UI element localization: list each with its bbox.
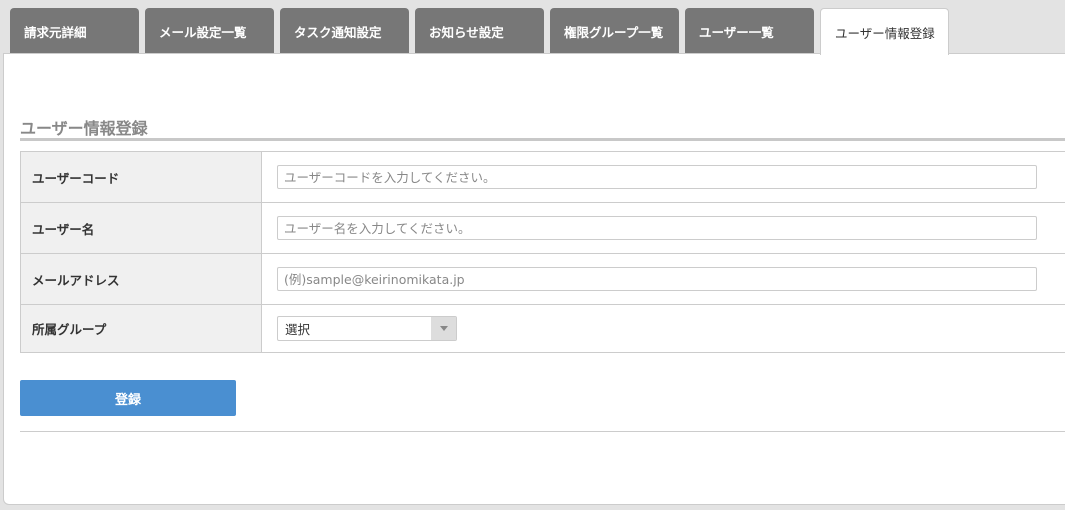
form-row-user-name: ユーザー名 (20, 202, 1065, 254)
user-code-cell (261, 151, 1065, 203)
tab-user-registration[interactable]: ユーザー情報登録 (820, 8, 949, 55)
group-label: 所属グループ (20, 304, 262, 353)
email-label: メールアドレス (20, 253, 262, 305)
user-code-label: ユーザーコード (20, 151, 262, 203)
form-row-user-code: ユーザーコード (20, 151, 1065, 203)
user-code-input[interactable] (277, 165, 1037, 189)
group-cell: 選択 (261, 304, 1065, 353)
tab-notice-settings[interactable]: お知らせ設定 (415, 8, 544, 54)
tab-task-notification-settings[interactable]: タスク通知設定 (280, 8, 409, 54)
email-cell (261, 253, 1065, 305)
register-button[interactable]: 登録 (20, 380, 236, 416)
user-name-input[interactable] (277, 216, 1037, 240)
group-select-value: 選択 (285, 322, 311, 337)
email-input[interactable] (277, 267, 1037, 291)
user-name-cell (261, 202, 1065, 254)
user-name-label: ユーザー名 (20, 202, 262, 254)
tab-user-list[interactable]: ユーザー一覧 (685, 8, 814, 54)
page-title: ユーザー情報登録 (20, 119, 148, 138)
tab-bar: 請求元詳細 メール設定一覧 タスク通知設定 お知らせ設定 権限グループ一覧 ユー… (10, 8, 949, 55)
group-select[interactable]: 選択 (277, 316, 457, 341)
tab-mail-settings-list[interactable]: メール設定一覧 (145, 8, 274, 54)
content-panel: ユーザー情報登録 ユーザーコード ユーザー名 メールアドレス 所属グループ 選 (3, 53, 1065, 505)
registration-form: ユーザーコード ユーザー名 メールアドレス 所属グループ 選択 (20, 151, 1065, 353)
form-row-email: メールアドレス (20, 253, 1065, 305)
chevron-down-icon (431, 317, 456, 340)
tab-billing-source-detail[interactable]: 請求元詳細 (10, 8, 139, 54)
bottom-divider (20, 431, 1065, 432)
title-divider (20, 138, 1065, 141)
form-row-group: 所属グループ 選択 (20, 304, 1065, 353)
tab-permission-group-list[interactable]: 権限グループ一覧 (550, 8, 679, 54)
